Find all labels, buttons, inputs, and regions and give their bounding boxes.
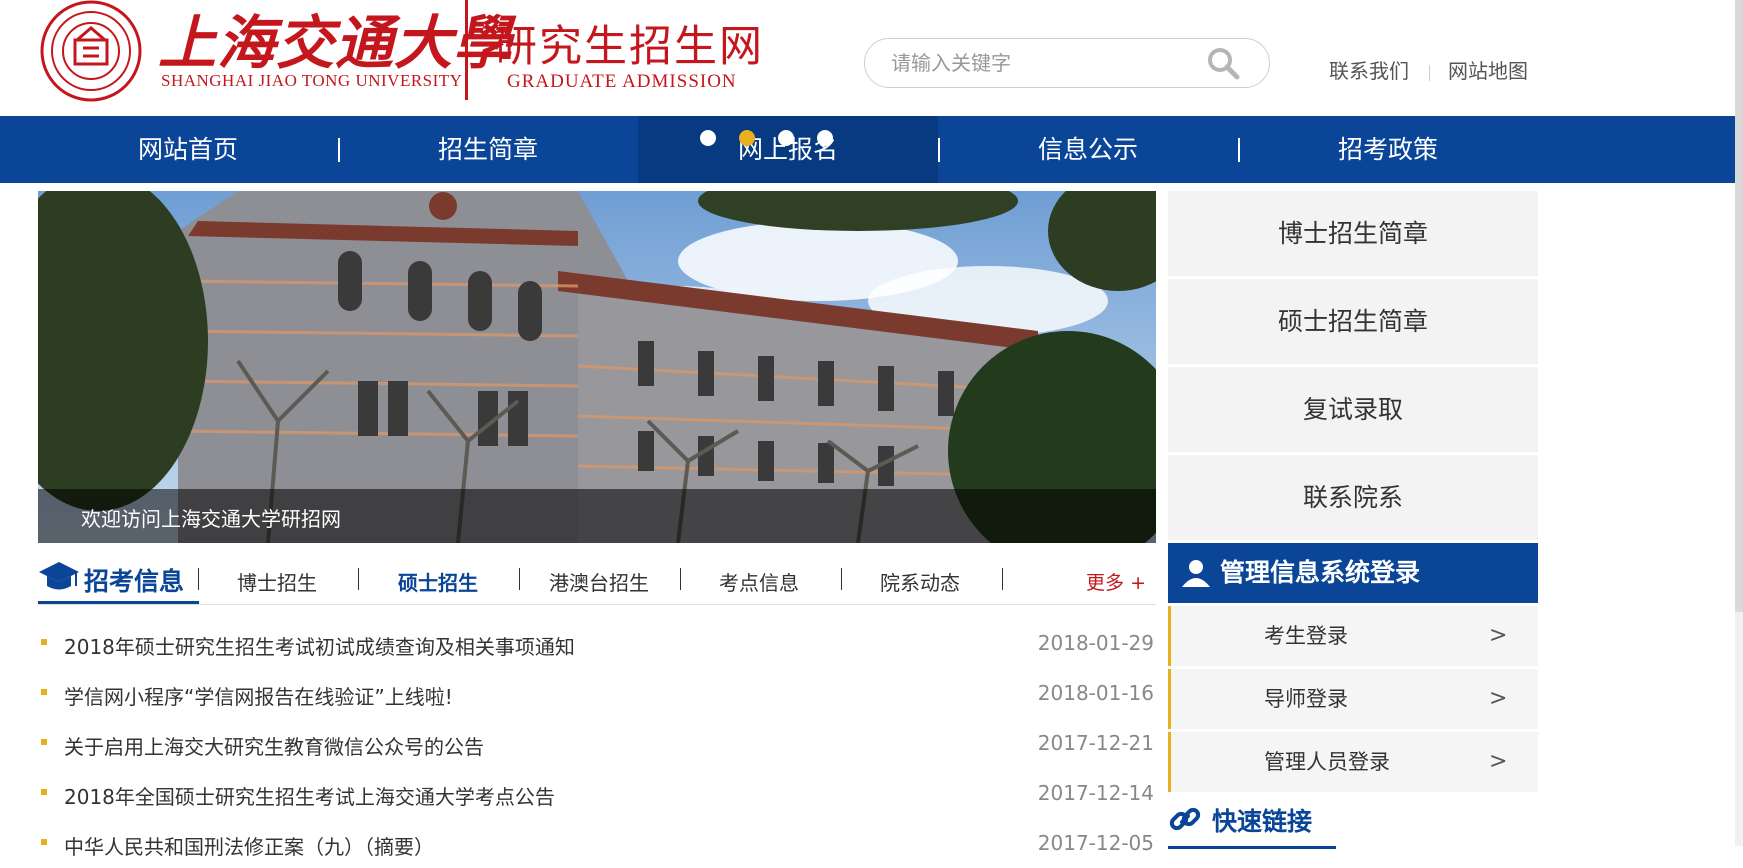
- list-bullet: [41, 689, 47, 695]
- chevron-right-icon: >: [1489, 749, 1508, 774]
- page-scrollbar[interactable]: [1735, 0, 1743, 846]
- university-name-cn[interactable]: 上海交通大學: [158, 0, 512, 80]
- list-bullet: [41, 839, 47, 845]
- tab-divider: [519, 568, 520, 590]
- login-candidate[interactable]: 考生登录 >: [1168, 606, 1538, 666]
- side-item-contact-departments[interactable]: 联系院系: [1168, 455, 1538, 540]
- side-item-master-brochure[interactable]: 硕士招生简章: [1168, 279, 1538, 364]
- tab-divider: [1002, 568, 1003, 590]
- logo-divider: [465, 0, 468, 100]
- site-header: 上海交通大學 SHANGHAI JIAO TONG UNIVERSITY 研究生…: [0, 0, 1743, 116]
- top-links: 联系我们 网站地图: [1329, 55, 1528, 84]
- carousel-dot-active[interactable]: [739, 130, 755, 146]
- login-supervisor-label: 导师登录: [1264, 687, 1348, 711]
- news-title[interactable]: 2018年硕士研究生招生考试初试成绩查询及相关事项通知: [64, 631, 575, 660]
- list-item[interactable]: 关于启用上海交大研究生教育微信公众号的公告 2017-12-21: [38, 718, 1154, 768]
- list-bullet: [41, 789, 47, 795]
- news-date: 2018-01-29: [1037, 631, 1154, 655]
- search-icon[interactable]: [1205, 45, 1241, 81]
- news-title[interactable]: 关于启用上海交大研究生教育微信公众号的公告: [64, 731, 484, 760]
- news-title[interactable]: 学信网小程序“学信网报告在线验证”上线啦!: [64, 681, 453, 710]
- tab-divider: [680, 568, 681, 590]
- banner-caption-text: 欢迎访问上海交通大学研招网: [81, 507, 341, 531]
- login-supervisor[interactable]: 导师登录 >: [1168, 669, 1538, 729]
- news-list: 2018年硕士研究生招生考试初试成绩查询及相关事项通知 2018-01-29 学…: [38, 618, 1154, 868]
- university-name-en: SHANGHAI JIAO TONG UNIVERSITY: [161, 71, 463, 90]
- tab-hk-macau-taiwan[interactable]: 港澳台招生: [549, 567, 649, 596]
- side-item-phd-brochure[interactable]: 博士招生简章: [1168, 191, 1538, 276]
- admission-info-title: 招考信息: [38, 556, 199, 604]
- nav-item-policy[interactable]: 招考政策: [1238, 116, 1538, 183]
- chevron-right-icon: >: [1489, 686, 1508, 711]
- tab-master[interactable]: 硕士招生: [398, 567, 478, 596]
- graduation-cap-icon: [39, 562, 79, 590]
- login-admin-label: 管理人员登录: [1264, 750, 1390, 774]
- carousel-dot[interactable]: [817, 130, 833, 146]
- login-panel-title: 管理信息系统登录: [1220, 558, 1421, 587]
- carousel-dot[interactable]: [700, 130, 716, 146]
- tab-divider: [841, 568, 842, 590]
- chevron-right-icon: >: [1489, 623, 1508, 648]
- admission-info-tabs: 招考信息 博士招生 硕士招生 港澳台招生 考点信息 院系动态 更多 +: [38, 556, 1156, 605]
- list-item[interactable]: 2018年硕士研究生招生考试初试成绩查询及相关事项通知 2018-01-29: [38, 618, 1154, 668]
- quick-links-header: 快速链接: [1168, 796, 1336, 849]
- link-divider: [1429, 64, 1430, 81]
- tab-phd[interactable]: 博士招生: [237, 567, 317, 596]
- nav-item-online-registration[interactable]: 网上报名: [638, 116, 938, 183]
- site-map-link[interactable]: 网站地图: [1448, 59, 1528, 83]
- search-input[interactable]: [889, 47, 1193, 79]
- news-date: 2017-12-21: [1037, 731, 1154, 755]
- login-admin[interactable]: 管理人员登录 >: [1168, 732, 1538, 792]
- nav-item-announcements[interactable]: 信息公示: [938, 116, 1238, 183]
- banner-caption: 欢迎访问上海交通大学研招网: [38, 489, 1156, 543]
- scrollbar-thumb[interactable]: [1735, 0, 1743, 612]
- news-date: 2017-12-14: [1037, 781, 1154, 805]
- news-date: 2018-01-16: [1037, 681, 1154, 705]
- contact-us-link[interactable]: 联系我们: [1329, 59, 1409, 83]
- carousel-dot[interactable]: [778, 130, 794, 146]
- login-candidate-label: 考生登录: [1264, 624, 1348, 648]
- list-item[interactable]: 中华人民共和国刑法修正案（九）（摘要） 2017-12-05: [38, 818, 1154, 868]
- more-link[interactable]: 更多 +: [1086, 568, 1146, 595]
- university-seal-icon[interactable]: [37, 0, 147, 102]
- list-bullet: [41, 639, 47, 645]
- user-icon: [1182, 560, 1210, 587]
- list-bullet: [41, 739, 47, 745]
- login-panel: 管理信息系统登录 考生登录 > 导师登录 > 管理人员登录 >: [1168, 543, 1538, 792]
- list-item[interactable]: 2018年全国硕士研究生招生考试上海交通大学考点公告 2017-12-14: [38, 768, 1154, 818]
- hero-banner[interactable]: 欢迎访问上海交通大学研招网: [38, 191, 1156, 543]
- tab-divider: [358, 568, 359, 590]
- site-title-cn[interactable]: 研究生招生网: [494, 12, 764, 74]
- side-menu: 博士招生简章 硕士招生简章 复试录取 联系院系: [1168, 191, 1538, 543]
- tab-department-news[interactable]: 院系动态: [880, 567, 960, 596]
- news-date: 2017-12-05: [1037, 831, 1154, 855]
- link-icon: [1169, 807, 1201, 831]
- nav-item-home[interactable]: 网站首页: [38, 116, 338, 183]
- main-nav: 网站首页 招生简章 网上报名 信息公示 招考政策: [0, 116, 1735, 183]
- tab-divider: [198, 568, 199, 590]
- admission-info-title-text: 招考信息: [84, 567, 185, 596]
- search-box: [864, 38, 1270, 88]
- list-item[interactable]: 学信网小程序“学信网报告在线验证”上线啦! 2018-01-16: [38, 668, 1154, 718]
- tab-exam-sites[interactable]: 考点信息: [719, 567, 799, 596]
- site-title-en: GRADUATE ADMISSION: [507, 71, 737, 92]
- quick-links-title: 快速链接: [1212, 807, 1313, 836]
- news-title[interactable]: 2018年全国硕士研究生招生考试上海交通大学考点公告: [64, 781, 555, 810]
- nav-item-brochure[interactable]: 招生简章: [338, 116, 638, 183]
- login-panel-header: 管理信息系统登录: [1168, 543, 1538, 603]
- side-item-retest-admission[interactable]: 复试录取: [1168, 367, 1538, 452]
